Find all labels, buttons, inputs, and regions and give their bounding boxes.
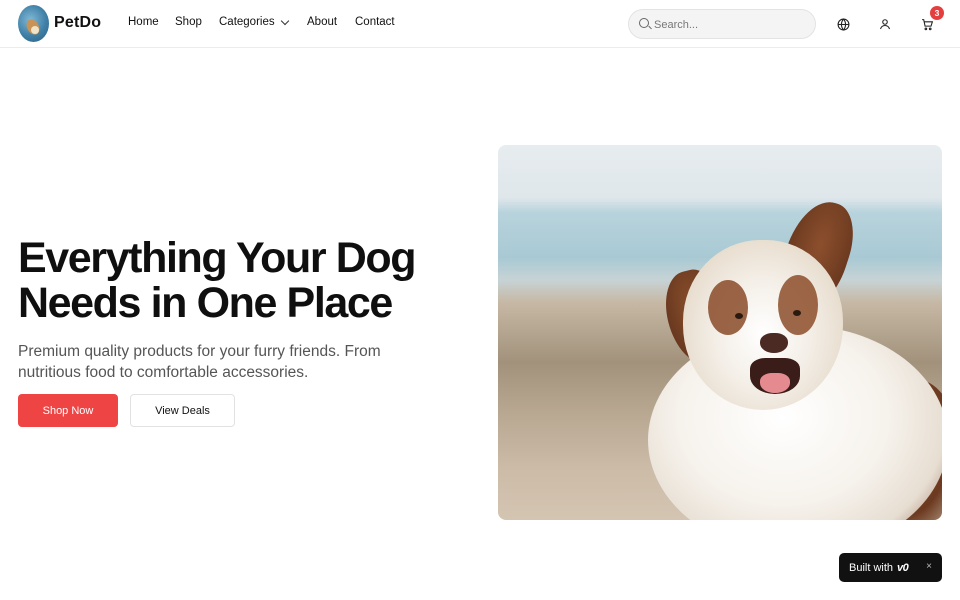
globe-icon	[837, 17, 849, 31]
hero-dog-image	[498, 145, 942, 520]
logo-dog-snout	[31, 26, 39, 34]
chevron-down-icon	[280, 16, 289, 25]
search-input[interactable]	[654, 16, 804, 33]
globe-button[interactable]	[833, 14, 853, 34]
user-button[interactable]	[875, 14, 895, 34]
dog-right-eye	[793, 310, 801, 316]
cart-count-badge: 3	[930, 6, 944, 20]
dog-nose	[760, 333, 788, 353]
dog-right-eye-patch	[778, 275, 818, 335]
view-deals-button[interactable]: View Deals	[130, 394, 235, 427]
built-with-label: Built with	[849, 561, 894, 574]
nav-about-link[interactable]: About	[307, 16, 337, 28]
shop-now-button[interactable]: Shop Now	[18, 394, 118, 427]
site-header: PetDo Home Shop Categories About Contact	[0, 0, 960, 48]
dog-left-eye-patch	[708, 280, 748, 335]
nav-categories-label: Categories	[219, 16, 275, 28]
hero-title-line2: Needs in One Place	[18, 279, 393, 327]
dog-left-eye	[735, 313, 743, 319]
brand-name[interactable]: PetDo	[54, 14, 101, 32]
dog-logo-icon[interactable]	[18, 5, 49, 42]
nav-categories-dropdown[interactable]: Categories	[219, 16, 289, 28]
hero-title-line1: Everything Your Dog	[18, 234, 416, 282]
nav-shop-link[interactable]: Shop	[175, 16, 202, 28]
search-box	[628, 9, 816, 39]
nav-home-link[interactable]: Home	[128, 16, 159, 28]
close-icon[interactable]: ×	[926, 561, 932, 572]
hero-subtitle: Premium quality products for your furry …	[18, 343, 381, 381]
hero-title: Everything Your Dog Needs in One Place	[18, 236, 488, 326]
built-with-v0-badge[interactable]: Built with v0 ×	[839, 553, 942, 582]
cart-icon	[921, 18, 933, 30]
v0-logo: v0	[897, 561, 909, 574]
nav-contact-link[interactable]: Contact	[355, 16, 395, 28]
user-icon	[879, 19, 891, 30]
search-icon	[639, 18, 649, 28]
dog-tongue	[760, 373, 790, 393]
